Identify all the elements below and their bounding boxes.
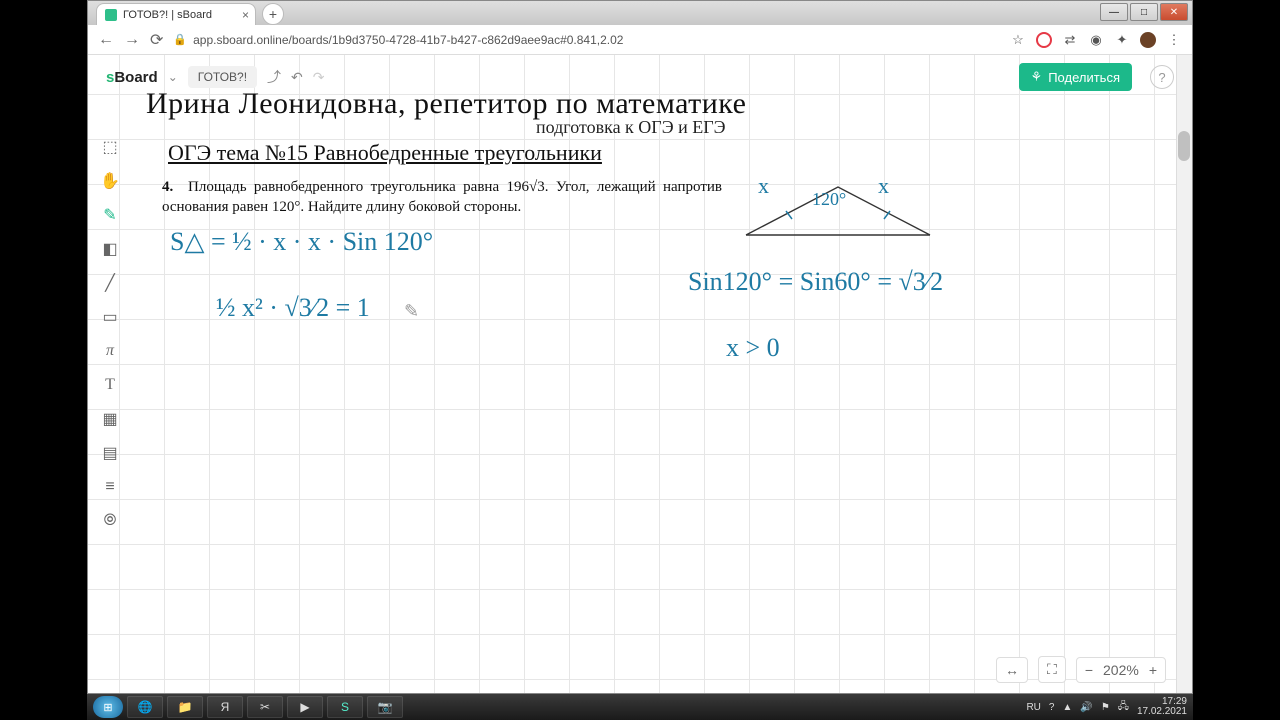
- tray-volume-icon[interactable]: 🔊: [1080, 702, 1092, 713]
- lock-icon: 🔒: [173, 33, 187, 46]
- fullscreen-button[interactable]: ⛶: [1038, 656, 1066, 683]
- hand-tool-icon[interactable]: ✋: [98, 169, 122, 193]
- sboard-logo[interactable]: sBoard: [106, 69, 158, 86]
- start-button[interactable]: ⊞: [93, 696, 123, 718]
- tray-icon-1[interactable]: ?: [1049, 702, 1055, 713]
- zoom-out-button[interactable]: −: [1085, 662, 1093, 678]
- pen-tool-icon[interactable]: ✎: [98, 203, 122, 227]
- redo-icon[interactable]: ↷: [313, 69, 325, 86]
- cursor-icon: ✎: [404, 301, 419, 322]
- scroll-thumb[interactable]: [1178, 131, 1190, 161]
- triangle-label-left: x: [758, 173, 769, 199]
- zoom-controls: ↔ ⛶ − 202% +: [996, 656, 1166, 683]
- palette-tool-icon[interactable]: ⦾: [98, 509, 122, 533]
- tab-title: ГОТОВ?! | sBoard: [123, 9, 212, 21]
- tutor-title: Ирина Леонидовна, репетитор по математик…: [146, 87, 1172, 121]
- task-yandex[interactable]: Я: [207, 696, 243, 718]
- browser-window: ГОТОВ?! | sBoard × + — □ ✕ ← → ⟳ 🔒 app.s…: [87, 0, 1193, 694]
- window-minimize-button[interactable]: —: [1100, 3, 1128, 21]
- lang-indicator[interactable]: RU: [1026, 702, 1040, 713]
- triangle-angle: 120°: [812, 189, 846, 210]
- translate-icon[interactable]: ⇄: [1062, 32, 1078, 48]
- tray-flag-icon[interactable]: ⚑: [1101, 702, 1110, 713]
- select-tool-icon[interactable]: ⬚: [98, 135, 122, 159]
- avatar-icon[interactable]: [1140, 32, 1156, 48]
- eraser-tool-icon[interactable]: ◧: [98, 237, 122, 261]
- tray-net-icon[interactable]: 🖧: [1118, 699, 1129, 716]
- rect-tool-icon[interactable]: ▭: [98, 305, 122, 329]
- zoom-in-button[interactable]: +: [1149, 662, 1157, 678]
- task-media[interactable]: ▶: [287, 696, 323, 718]
- app-viewport: sBoard ⌄ ГОТОВ?! ⤴ ↶ ↷ ⚘ Поделиться ? ⬚ …: [88, 55, 1192, 693]
- undo-icon[interactable]: ↶: [291, 69, 303, 86]
- problem-text: 4. Площадь равнобедренного треугольника …: [162, 177, 722, 218]
- toolbox: ⬚ ✋ ✎ ◧ ╱ ▭ π T ▦ ▤ ≡ ⦾: [96, 135, 124, 533]
- equation-3: Sin120° = Sin60° = √3⁄2: [688, 267, 943, 297]
- task-skype[interactable]: S: [327, 696, 363, 718]
- tray-icon-2[interactable]: ▲: [1062, 702, 1072, 713]
- canvas-header: Ирина Леонидовна, репетитор по математик…: [146, 87, 1172, 166]
- topic-title: ОГЭ тема №15 Равнобедренные треугольники: [168, 140, 1172, 166]
- equation-2: ½ x² · √3⁄2 = 1: [216, 293, 370, 323]
- url-field[interactable]: 🔒 app.sboard.online/boards/1b9d3750-4728…: [173, 33, 1000, 47]
- task-camera[interactable]: 📷: [367, 696, 403, 718]
- reload-icon[interactable]: ⟳: [150, 30, 163, 50]
- star-icon[interactable]: ☆: [1010, 32, 1026, 48]
- windows-taskbar: ⊞ 🌐 📁 Я ✂ ▶ S 📷 RU ? ▲ 🔊 ⚑ 🖧 17:29 17.02…: [87, 694, 1193, 720]
- tab-close-icon[interactable]: ×: [242, 8, 249, 22]
- system-tray[interactable]: RU ? ▲ 🔊 ⚑ 🖧 17:29 17.02.2021: [1026, 697, 1187, 717]
- zoom-level: 202%: [1103, 662, 1139, 678]
- line-tool-icon[interactable]: ╱: [98, 271, 122, 295]
- task-explorer[interactable]: 📁: [167, 696, 203, 718]
- scrollbar[interactable]: [1176, 55, 1192, 693]
- upload-icon[interactable]: ⤴: [267, 67, 281, 87]
- chevron-down-icon[interactable]: ⌄: [168, 70, 178, 84]
- url-text: app.sboard.online/boards/1b9d3750-4728-4…: [193, 33, 623, 47]
- equation-1: S△ = ½ · x · x · Sin 120°: [170, 227, 433, 257]
- new-tab-button[interactable]: +: [262, 3, 284, 25]
- project-name[interactable]: ГОТОВ?!: [188, 66, 257, 88]
- equation-4: x > 0: [726, 333, 780, 363]
- address-bar: ← → ⟳ 🔒 app.sboard.online/boards/1b9d375…: [88, 25, 1192, 55]
- grid-tool-icon[interactable]: ▤: [98, 441, 122, 465]
- task-scissors[interactable]: ✂: [247, 696, 283, 718]
- text-tool-icon[interactable]: T: [98, 373, 122, 397]
- favicon-icon: [105, 9, 117, 21]
- math-tool-icon[interactable]: π: [98, 339, 122, 363]
- share-icon: ⚘: [1031, 69, 1043, 85]
- lines-tool-icon[interactable]: ≡: [98, 475, 122, 499]
- task-chrome[interactable]: 🌐: [127, 696, 163, 718]
- titlebar: ГОТОВ?! | sBoard × + — □ ✕: [88, 1, 1192, 25]
- clock[interactable]: 17:29 17.02.2021: [1137, 697, 1187, 717]
- shield-icon[interactable]: ◉: [1088, 32, 1104, 48]
- pan-toggle[interactable]: ↔: [996, 657, 1028, 683]
- help-button[interactable]: ?: [1150, 65, 1174, 89]
- tutor-subtitle: подготовка к ОГЭ и ЕГЭ: [536, 117, 1172, 138]
- nav-back-icon[interactable]: ←: [98, 31, 114, 49]
- nav-forward-icon[interactable]: →: [124, 31, 140, 49]
- image-tool-icon[interactable]: ▦: [98, 407, 122, 431]
- browser-tab[interactable]: ГОТОВ?! | sBoard ×: [96, 3, 256, 25]
- window-maximize-button[interactable]: □: [1130, 3, 1158, 21]
- window-close-button[interactable]: ✕: [1160, 3, 1188, 21]
- triangle-label-right: x: [878, 173, 889, 199]
- opera-icon[interactable]: [1036, 32, 1052, 48]
- puzzle-icon[interactable]: ✦: [1114, 32, 1130, 48]
- menu-icon[interactable]: ⋮: [1166, 32, 1182, 48]
